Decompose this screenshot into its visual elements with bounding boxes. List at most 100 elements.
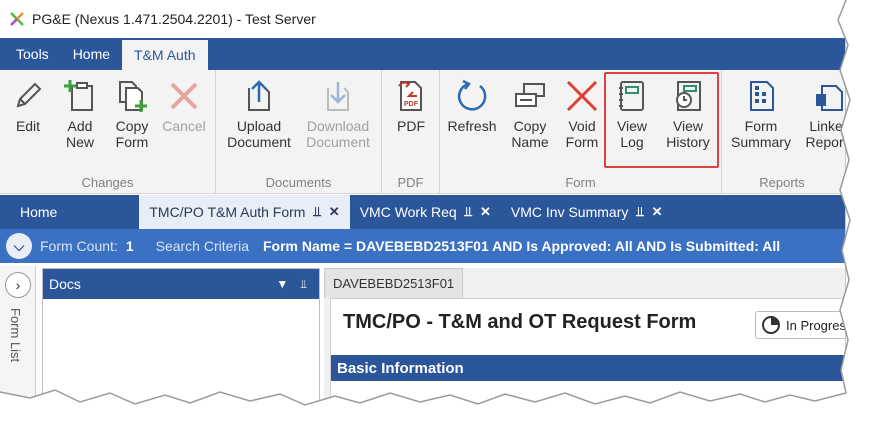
copy-form-label: Copy Form bbox=[115, 118, 149, 150]
pdf-icon: PDF bbox=[398, 81, 422, 111]
doc-tab-tmc-po-form[interactable]: TMC/PO T&M Auth Form ⫫ ✕ bbox=[139, 195, 350, 229]
dropdown-icon[interactable]: ▼ bbox=[276, 277, 288, 291]
title-bar: PG&E (Nexus 1.471.2504.2201) - Test Serv… bbox=[0, 0, 845, 38]
clipboard-add-icon bbox=[64, 80, 93, 111]
form-title: TMC/PO - T&M and OT Request Form bbox=[343, 311, 697, 333]
download-document-icon bbox=[327, 82, 349, 111]
pin-icon[interactable]: ⫫ bbox=[300, 277, 307, 292]
download-document-button[interactable]: Download Document bbox=[302, 78, 374, 162]
ribbon-group-form: Refresh Copy Name Void Form View Log Vie… bbox=[440, 70, 722, 194]
upload-document-label: Upload Document bbox=[227, 118, 291, 150]
section-header-basic-info: Basic Information bbox=[331, 355, 845, 381]
pdf-label: PDF bbox=[397, 118, 425, 134]
copy-name-label: Copy Name bbox=[511, 118, 549, 150]
copy-form-icon bbox=[119, 81, 147, 112]
doc-tab-vmc-work-req[interactable]: VMC Work Req ⫫ ✕ bbox=[350, 195, 501, 229]
form-summary-button[interactable]: Form Summary bbox=[728, 78, 794, 162]
refresh-label: Refresh bbox=[447, 118, 497, 134]
linked-reports-button[interactable]: Linked Reports bbox=[800, 78, 845, 162]
doc-tab-vmc-work-req-label: VMC Work Req bbox=[359, 204, 457, 220]
refresh-icon bbox=[457, 79, 487, 111]
form-count-value: 1 bbox=[125, 238, 134, 254]
doc-tab-spacer bbox=[77, 195, 139, 229]
status-badge: In Progress bbox=[755, 311, 846, 339]
view-history-label: View History bbox=[666, 118, 710, 150]
form-area: DAVEBEBD2513F01 TMC/PO - T&M and OT Requ… bbox=[324, 268, 846, 400]
upload-document-button[interactable]: Upload Document bbox=[226, 78, 292, 162]
app-logo-icon bbox=[10, 12, 24, 26]
document-tab-bar: Home TMC/PO T&M Auth Form ⫫ ✕ VMC Work R… bbox=[0, 195, 845, 229]
cancel-button[interactable]: Cancel bbox=[158, 78, 210, 162]
view-history-button[interactable]: View History bbox=[662, 78, 714, 162]
pin-icon[interactable]: ⫫ bbox=[313, 204, 320, 220]
window-title: PG&E (Nexus 1.471.2504.2201) - Test Serv… bbox=[32, 11, 316, 27]
form-tab[interactable]: DAVEBEBD2513F01 bbox=[324, 268, 464, 298]
docs-panel-title: Docs bbox=[49, 276, 81, 292]
log-book-icon bbox=[619, 81, 644, 111]
search-criteria-label: Search Criteria bbox=[155, 238, 249, 254]
view-log-label: View Log bbox=[616, 118, 648, 150]
linked-reports-label: Linked Reports bbox=[805, 118, 845, 150]
cancel-label: Cancel bbox=[162, 118, 206, 134]
ribbon-group-reports: Form Summary Linked Reports Reports bbox=[722, 70, 845, 194]
ribbon-tab-bar: Tools Home T&M Auth bbox=[0, 38, 845, 70]
group-label-documents: Documents bbox=[265, 175, 332, 190]
copy-form-button[interactable]: Copy Form bbox=[106, 78, 158, 162]
pin-icon[interactable]: ⫫ bbox=[465, 204, 472, 220]
close-icon[interactable]: ✕ bbox=[480, 204, 491, 220]
upload-document-icon bbox=[248, 80, 270, 111]
edit-label: Edit bbox=[15, 118, 41, 134]
doc-tab-tmc-po-form-label: TMC/PO T&M Auth Form bbox=[149, 204, 306, 220]
search-criteria-bar: ⌵ Form Count: 1 Search Criteria Form Nam… bbox=[0, 229, 845, 263]
pdf-button[interactable]: PDF PDF bbox=[385, 78, 437, 162]
application-window: PG&E (Nexus 1.471.2504.2201) - Test Serv… bbox=[0, 0, 846, 400]
group-label-changes: Changes bbox=[81, 175, 134, 190]
group-label-pdf: PDF bbox=[397, 175, 424, 190]
form-summary-label: Form Summary bbox=[731, 118, 791, 150]
ribbon: Edit Add New Copy Form Cancel Changes Up… bbox=[0, 70, 845, 194]
copy-name-button[interactable]: Copy Name bbox=[504, 78, 556, 162]
cancel-x-icon bbox=[170, 82, 198, 110]
form-list-sidebar: › Form List bbox=[0, 266, 36, 400]
doc-tab-vmc-inv-summary-label: VMC Inv Summary bbox=[510, 204, 629, 220]
copy-name-icon bbox=[515, 83, 545, 107]
svg-text:PDF: PDF bbox=[404, 101, 419, 108]
progress-pie-icon bbox=[762, 316, 780, 334]
form-count-label: Form Count: bbox=[40, 238, 118, 254]
ribbon-tab-tools[interactable]: Tools bbox=[4, 38, 61, 70]
form-panel: TMC/PO - T&M and OT Request Form In Prog… bbox=[330, 298, 846, 400]
docs-panel: Docs ▼ ⫫ bbox=[42, 268, 320, 400]
pin-icon[interactable]: ⫫ bbox=[636, 204, 643, 220]
ribbon-group-pdf: PDF PDF PDF bbox=[382, 70, 440, 194]
history-icon bbox=[676, 81, 701, 111]
close-icon[interactable]: ✕ bbox=[329, 204, 340, 220]
void-x-icon bbox=[566, 80, 598, 112]
add-new-button[interactable]: Add New bbox=[54, 78, 106, 162]
close-icon[interactable]: ✕ bbox=[652, 204, 663, 220]
ribbon-group-changes: Edit Add New Copy Form Cancel Changes bbox=[0, 70, 216, 194]
chevron-down-icon[interactable]: ⌵ bbox=[6, 233, 32, 259]
doc-tab-home-label: Home bbox=[20, 204, 58, 220]
void-form-button[interactable]: Void Form bbox=[556, 78, 608, 162]
edit-button[interactable]: Edit bbox=[2, 78, 54, 162]
add-new-label: Add New bbox=[65, 118, 94, 150]
linked-reports-icon bbox=[816, 85, 843, 111]
form-list-label[interactable]: Form List bbox=[8, 308, 23, 362]
doc-tab-home[interactable]: Home bbox=[0, 195, 77, 229]
ribbon-tab-tm-auth[interactable]: T&M Auth bbox=[122, 40, 208, 70]
group-label-reports: Reports bbox=[759, 175, 805, 190]
chevron-right-icon[interactable]: › bbox=[5, 272, 31, 298]
group-label-form: Form bbox=[565, 175, 596, 190]
form-summary-icon bbox=[750, 81, 774, 111]
download-document-label: Download Document bbox=[306, 118, 370, 150]
ribbon-group-documents: Upload Document Download Document Docume… bbox=[216, 70, 382, 194]
refresh-button[interactable]: Refresh bbox=[446, 78, 498, 162]
pencil-icon bbox=[16, 82, 42, 108]
ribbon-tab-home[interactable]: Home bbox=[61, 38, 122, 70]
status-label: In Progress bbox=[786, 317, 846, 333]
docs-panel-header: Docs ▼ ⫫ bbox=[43, 269, 319, 299]
doc-tab-vmc-inv-summary[interactable]: VMC Inv Summary ⫫ ✕ bbox=[501, 195, 673, 229]
search-criteria-text: Form Name = DAVEBEBD2513F01 AND Is Appro… bbox=[262, 238, 781, 254]
view-log-button[interactable]: View Log bbox=[606, 78, 658, 162]
void-form-label: Void Form bbox=[565, 118, 599, 150]
